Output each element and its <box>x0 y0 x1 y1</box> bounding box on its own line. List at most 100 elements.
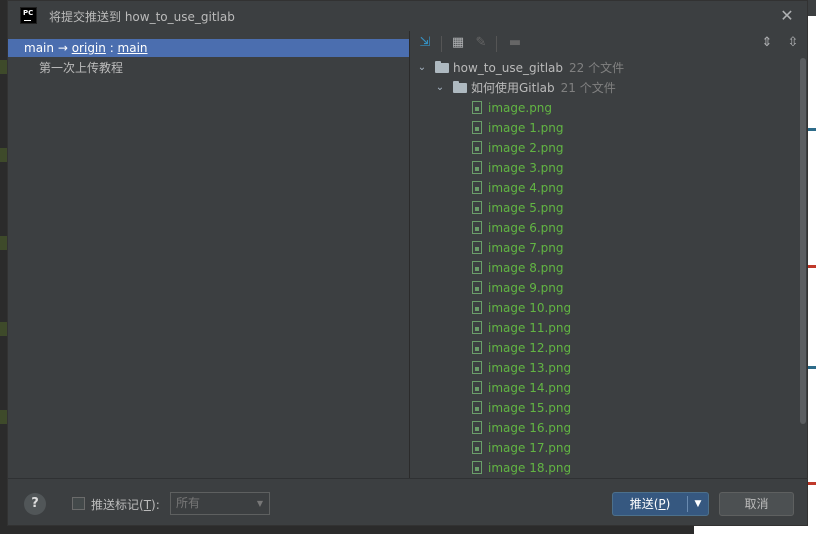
file-name: image 4.png <box>488 181 564 195</box>
collapse-all-icon[interactable]: ⇳ <box>784 34 802 52</box>
file-list: image.png image 1.png image 2.png image 3.p… <box>410 98 796 478</box>
file-name: image 16.png <box>488 421 572 435</box>
root-folder-name: how_to_use_gitlab <box>453 61 564 75</box>
file-name: image 10.png <box>488 301 572 315</box>
image-file-icon <box>472 261 482 274</box>
image-file-icon <box>472 301 482 314</box>
file-name: image 8.png <box>488 261 564 275</box>
file-row[interactable]: image 4.png <box>410 178 796 198</box>
image-file-icon <box>472 281 482 294</box>
image-file-icon <box>472 441 482 454</box>
file-row[interactable]: image 16.png <box>410 418 796 438</box>
pycharm-logo-icon: PC <box>20 7 37 24</box>
help-button[interactable]: ? <box>24 493 46 515</box>
image-file-icon <box>472 241 482 254</box>
image-file-icon <box>472 101 482 114</box>
root-file-count: 22 个文件 <box>569 61 625 75</box>
file-name: image 12.png <box>488 341 572 355</box>
toolbar-separator <box>441 36 442 52</box>
push-button-group: 推送(P) ▼ <box>612 492 709 516</box>
background-mark <box>808 366 816 369</box>
branch-separator: : <box>105 41 118 55</box>
file-row[interactable]: image 15.png <box>410 398 796 418</box>
remote-link[interactable]: origin <box>72 41 106 55</box>
file-row[interactable]: image 1.png <box>410 118 796 138</box>
arrow-icon: → <box>57 41 68 55</box>
image-file-icon <box>472 381 482 394</box>
file-row[interactable]: image 11.png <box>410 318 796 338</box>
file-row[interactable]: image 9.png <box>410 278 796 298</box>
push-tags-label[interactable]: 推送标记(T): <box>91 496 160 513</box>
expand-all-icon[interactable]: ⇕ <box>758 34 776 52</box>
image-file-icon <box>472 401 482 414</box>
background-window-bottom <box>0 526 816 534</box>
toolbar-separator <box>496 36 497 52</box>
background-mark <box>808 265 816 268</box>
local-branch: main <box>24 41 54 55</box>
tree-root-row[interactable]: ⌄ how_to_use_gitlab 22 个文件 <box>410 58 796 78</box>
file-row[interactable]: image 18.png <box>410 458 796 478</box>
push-tags-mnemonic: T <box>143 498 152 512</box>
file-row[interactable]: image 12.png <box>410 338 796 358</box>
dialog-title: 将提交推送到 how_to_use_gitlab <box>49 10 235 24</box>
file-name: image 14.png <box>488 381 572 395</box>
commit-item[interactable]: 第一次上传教程 <box>39 59 123 77</box>
image-file-icon <box>472 121 482 134</box>
chevron-down-icon[interactable]: ⌄ <box>416 58 428 78</box>
folder-icon <box>453 81 467 93</box>
file-name: image 3.png <box>488 161 564 175</box>
push-tags-suffix: ): <box>151 498 160 512</box>
file-row[interactable]: image 5.png <box>410 198 796 218</box>
background-mark <box>808 128 816 131</box>
file-name: image 15.png <box>488 401 572 415</box>
file-name: image 17.png <box>488 441 572 455</box>
file-row[interactable]: image 13.png <box>410 358 796 378</box>
file-name: image 11.png <box>488 321 572 335</box>
push-tags-checkbox[interactable] <box>72 497 85 510</box>
branch-row[interactable]: main → origin : main <box>8 39 409 57</box>
background-mark <box>808 482 816 485</box>
push-commits-dialog: PC 将提交推送到 how_to_use_gitlab ✕ main → ori… <box>7 0 808 526</box>
image-file-icon <box>472 181 482 194</box>
chevron-down-icon[interactable]: ⌄ <box>434 78 446 98</box>
image-file-icon <box>472 201 482 214</box>
image-file-icon <box>472 221 482 234</box>
file-row[interactable]: image 14.png <box>410 378 796 398</box>
changes-toolbar: ⇲ ▦ ✎ ▬ ⇕ ⇳ <box>410 31 807 57</box>
changed-files-tree: ⌄ how_to_use_gitlab 22 个文件 ⌄ 如何使用Gitlab 21… <box>410 58 796 478</box>
save-icon[interactable]: ▬ <box>506 34 524 52</box>
file-row[interactable]: image 8.png <box>410 258 796 278</box>
push-options-dropdown-icon[interactable]: ▼ <box>688 493 708 515</box>
cancel-button[interactable]: 取消 <box>719 492 794 516</box>
tree-scrollbar[interactable] <box>799 58 807 478</box>
image-file-icon <box>472 361 482 374</box>
file-row[interactable]: image 6.png <box>410 218 796 238</box>
footer-divider <box>8 478 807 479</box>
tree-folder-row[interactable]: ⌄ 如何使用Gitlab 21 个文件 <box>410 78 796 98</box>
remote-branch-link[interactable]: main <box>118 41 148 55</box>
push-tags-label-text: 推送标记( <box>91 498 144 512</box>
file-row[interactable]: image 7.png <box>410 238 796 258</box>
file-row[interactable]: image 10.png <box>410 298 796 318</box>
scroll-thumb[interactable] <box>800 58 806 424</box>
push-button[interactable]: 推送(P) <box>613 493 687 515</box>
background-panel <box>694 526 816 534</box>
file-name: image 5.png <box>488 201 564 215</box>
edit-icon[interactable]: ✎ <box>472 34 490 52</box>
file-row[interactable]: image 3.png <box>410 158 796 178</box>
tags-select-value: 所有 <box>176 496 201 510</box>
expand-collapse-icon[interactable]: ⇲ <box>416 34 434 52</box>
file-name: image 9.png <box>488 281 564 295</box>
file-row[interactable]: image 2.png <box>410 138 796 158</box>
commit-message: 第一次上传教程 <box>39 61 124 75</box>
file-row[interactable]: image 17.png <box>410 438 796 458</box>
tags-select[interactable]: 所有 ▼ <box>170 492 270 515</box>
image-file-icon <box>472 161 482 174</box>
file-row[interactable]: image.png <box>410 98 796 118</box>
close-icon[interactable]: ✕ <box>778 7 796 25</box>
image-file-icon <box>472 141 482 154</box>
commits-panel: main → origin : main 第一次上传教程 <box>8 38 409 478</box>
group-by-icon[interactable]: ▦ <box>449 34 467 52</box>
file-name: image.png <box>488 101 553 115</box>
image-file-icon <box>472 321 482 334</box>
